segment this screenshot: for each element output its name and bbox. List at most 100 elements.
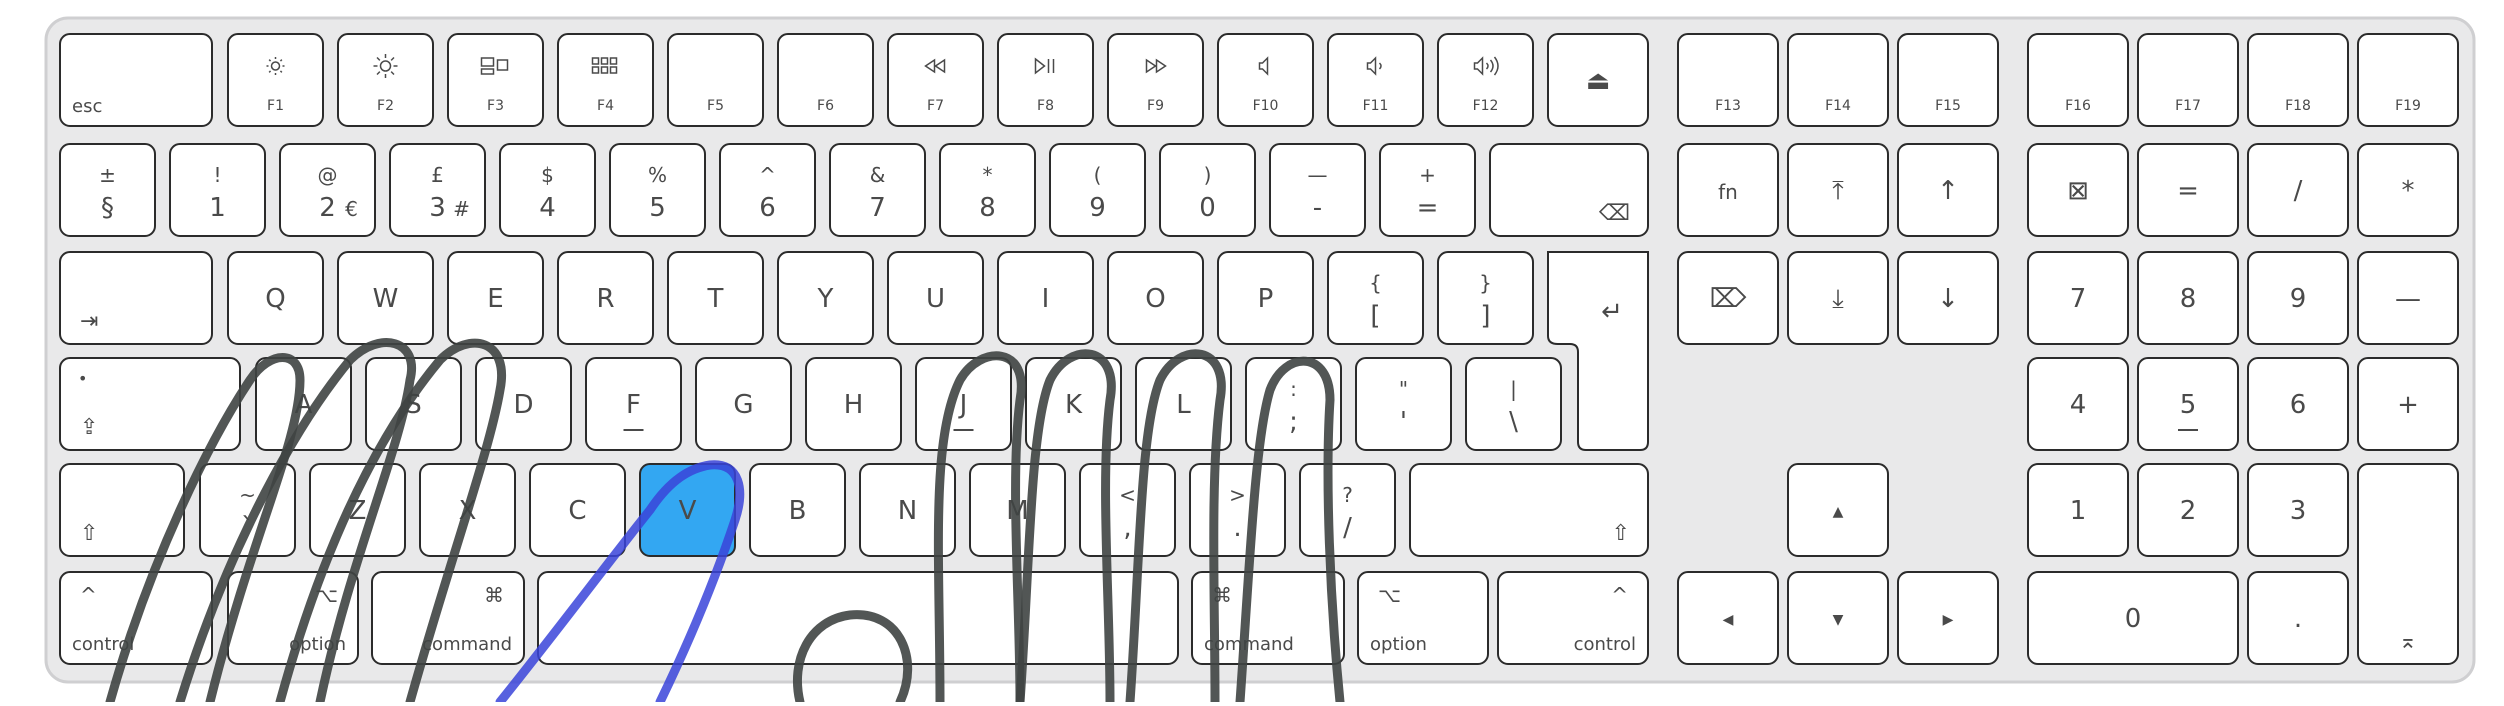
keyboard-illustration: esc F1 F2 F3 F4 F5 F6 F7 F8 F9 F10 F11 F12 ⏏ F13 F14 F15… <box>0 0 2504 706</box>
key-z: Z <box>309 463 406 557</box>
key-legend: = <box>1417 193 1439 223</box>
key-label: 6 <box>2290 390 2307 420</box>
key-label: 7 <box>2070 284 2087 314</box>
key-eject: ⏏ <box>1547 33 1649 127</box>
key-label: O <box>1145 284 1165 314</box>
key-label: . <box>2294 604 2302 634</box>
key-f1: F1 <box>227 33 324 127</box>
key-np2: 2 <box>2137 463 2239 557</box>
key-rcontrol: ^ control <box>1497 571 1649 665</box>
key-label: ⇧ <box>80 521 98 546</box>
key-pageup: ↑ <box>1897 143 1999 237</box>
key-f11: F11 <box>1327 33 1424 127</box>
key-legend: 5 <box>649 193 666 223</box>
key-shift-legend: " <box>1399 377 1408 401</box>
key-shift-legend: % <box>648 163 667 187</box>
key-label: K <box>1065 390 1083 420</box>
key-label: F10 <box>1253 98 1279 114</box>
key-label: F13 <box>1715 98 1741 114</box>
key-comma: <, <box>1079 463 1176 557</box>
key-d6: ^6 <box>719 143 816 237</box>
key-pagedown: ↓ <box>1897 251 1999 345</box>
key-p: P <box>1217 251 1314 345</box>
key-label: F2 <box>377 98 394 114</box>
key-np-div: / <box>2247 143 2349 237</box>
key-shift-legend: ? <box>1342 483 1353 507</box>
key-label: ↵ <box>1601 297 1623 327</box>
key-lbracket: {[ <box>1327 251 1424 345</box>
key-f8: F8 <box>997 33 1094 127</box>
key-label: I <box>1042 284 1050 314</box>
key-np4: 4 <box>2027 357 2129 451</box>
key-label: U <box>926 284 945 314</box>
key-backslash: |\ <box>1465 357 1562 451</box>
key-legend: / <box>1343 513 1352 543</box>
key-label: Q <box>265 284 285 314</box>
key-label: ▶ <box>1943 612 1954 628</box>
key-end: ⤓ <box>1787 251 1889 345</box>
key-rshift: ⇧ <box>1409 463 1649 557</box>
key-d1: !1 <box>169 143 266 237</box>
key-q: Q <box>227 251 324 345</box>
key-np0: 0 <box>2027 571 2239 665</box>
key-np1: 1 <box>2027 463 2129 557</box>
key-shift-legend: ^ <box>759 163 776 187</box>
key-label: W <box>373 284 399 314</box>
key-t: T <box>667 251 764 345</box>
key-shift-legend: > <box>1229 483 1246 507</box>
key-f13: F13 <box>1677 33 1779 127</box>
key-label: 2 <box>2180 496 2197 526</box>
key-f3: F3 <box>447 33 544 127</box>
key-label: J <box>958 390 968 420</box>
key-np-mul: * <box>2357 143 2459 237</box>
key-label: F12 <box>1473 98 1499 114</box>
key-label: esc <box>72 96 102 117</box>
key-label: 0 <box>2125 604 2142 634</box>
key-label: H <box>844 390 864 420</box>
key-label: F14 <box>1825 98 1851 114</box>
key-f7: F7 <box>887 33 984 127</box>
key-shift-legend: < <box>1119 483 1136 507</box>
key-legend: 6 <box>759 193 776 223</box>
key-shift-legend: & <box>870 163 886 187</box>
key-h: H <box>805 357 902 451</box>
key-legend: 3 <box>429 193 446 223</box>
key-label: C <box>568 496 586 526</box>
key-label: F7 <box>927 98 944 114</box>
key-label: = <box>2177 176 2199 206</box>
key-minus: —- <box>1269 143 1366 237</box>
key-f4: F4 <box>557 33 654 127</box>
key-shift-legend: ) <box>1204 163 1212 187</box>
key-legend: 1 <box>209 193 226 223</box>
key-shift-legend: : <box>1290 377 1297 401</box>
key-label: 5 <box>2180 390 2197 420</box>
key-np7: 7 <box>2027 251 2129 345</box>
key-i: I <box>997 251 1094 345</box>
key-shift-legend: } <box>1479 271 1492 295</box>
key-label: D <box>513 390 533 420</box>
key-left: ◀ <box>1677 571 1779 665</box>
key-label: N <box>898 496 917 526</box>
key-label: ⊠ <box>2067 176 2089 206</box>
key-label: 3 <box>2290 496 2307 526</box>
key-d3: £3 # <box>389 143 486 237</box>
key-shift-legend: + <box>1419 163 1436 187</box>
key-label: + <box>2397 390 2419 420</box>
key-label: ⇪ <box>80 415 98 440</box>
key-label: — <box>2395 284 2421 314</box>
key-quote: "' <box>1355 357 1452 451</box>
key-label: ⌦ <box>1710 284 1747 314</box>
key-legend: 9 <box>1089 193 1106 223</box>
key-legend: . <box>1233 513 1241 543</box>
key-label: control <box>1574 634 1636 655</box>
key-label: ▲ <box>1833 504 1844 520</box>
key-f14: F14 <box>1787 33 1889 127</box>
key-rbracket: }] <box>1437 251 1534 345</box>
key-period: >. <box>1189 463 1286 557</box>
key-f2: F2 <box>337 33 434 127</box>
key-f5: F5 <box>667 33 764 127</box>
key-label: ⤓ <box>1832 284 1844 314</box>
key-e: E <box>447 251 544 345</box>
key-equals: += <box>1379 143 1476 237</box>
key-np-eq: = <box>2137 143 2239 237</box>
